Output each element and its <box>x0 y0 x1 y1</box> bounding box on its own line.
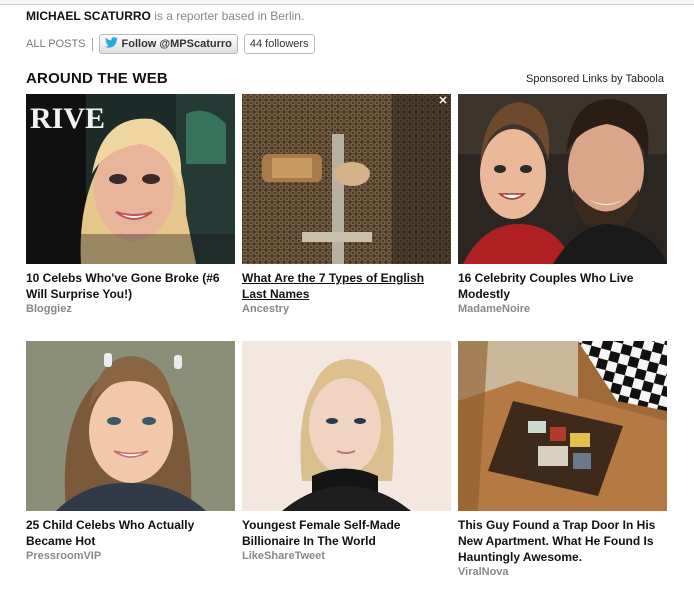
article-headline[interactable]: This Guy Found a Trap Door In His New Ap… <box>458 517 667 565</box>
article-source[interactable]: LikeShareTweet <box>242 550 451 562</box>
article-headline[interactable]: 16 Celebrity Couples Who Live Modestly <box>458 270 667 302</box>
article-card[interactable]: 25 Child Celebs Who Actually Became Hot … <box>26 341 235 562</box>
follower-count[interactable]: 44 followers <box>243 34 315 54</box>
twitter-follow-button[interactable]: Follow @MPScaturro <box>98 34 238 54</box>
author-line: MICHAEL SCATURRO is a reporter based in … <box>26 9 304 23</box>
article-source[interactable]: ViralNova <box>458 566 667 578</box>
article-thumbnail[interactable] <box>458 341 667 511</box>
article-card[interactable]: ✕ What Are the 7 Types of English Last N… <box>242 94 451 315</box>
close-icon[interactable]: ✕ <box>437 95 449 107</box>
article-headline[interactable]: Youngest Female Self-Made Billionaire In… <box>242 517 451 549</box>
article-source[interactable]: MadameNoire <box>458 303 667 315</box>
article-thumbnail[interactable] <box>26 341 235 511</box>
magazine-masthead: RIVE <box>30 102 105 135</box>
article-thumbnail[interactable]: ✕ <box>242 94 451 264</box>
section-title: AROUND THE WEB <box>26 70 168 87</box>
twitter-bird-icon <box>104 37 118 51</box>
article-source[interactable]: PressroomVIP <box>26 550 235 562</box>
article-card[interactable]: Youngest Female Self-Made Billionaire In… <box>242 341 451 562</box>
top-border <box>0 0 694 5</box>
sponsored-links[interactable]: Sponsored Links by Taboola <box>526 73 664 85</box>
article-headline[interactable]: What Are the 7 Types of English Last Nam… <box>242 270 451 302</box>
article-card[interactable]: 16 Celebrity Couples Who Live Modestly M… <box>458 94 667 315</box>
article-headline[interactable]: 25 Child Celebs Who Actually Became Hot <box>26 517 235 549</box>
article-card[interactable]: This Guy Found a Trap Door In His New Ap… <box>458 341 667 578</box>
author-meta-row: ALL POSTS Follow @MPScaturro 44 follower… <box>26 33 315 55</box>
article-thumbnail[interactable]: RIVE <box>26 94 235 264</box>
article-thumbnail[interactable] <box>458 94 667 264</box>
article-thumbnail[interactable] <box>242 341 451 511</box>
article-source[interactable]: Ancestry <box>242 303 451 315</box>
divider <box>91 37 93 51</box>
article-card[interactable]: RIVE 10 Celebs Who've Gone Broke (#6 Wil… <box>26 94 235 315</box>
author-name[interactable]: MICHAEL SCATURRO <box>26 9 151 23</box>
article-headline[interactable]: 10 Celebs Who've Gone Broke (#6 Will Sur… <box>26 270 235 302</box>
author-bio: is a reporter based in Berlin. <box>150 9 305 23</box>
article-source[interactable]: Bloggiez <box>26 303 235 315</box>
follow-label: Follow @MPScaturro <box>121 38 232 50</box>
all-posts-link[interactable]: ALL POSTS <box>26 38 86 50</box>
